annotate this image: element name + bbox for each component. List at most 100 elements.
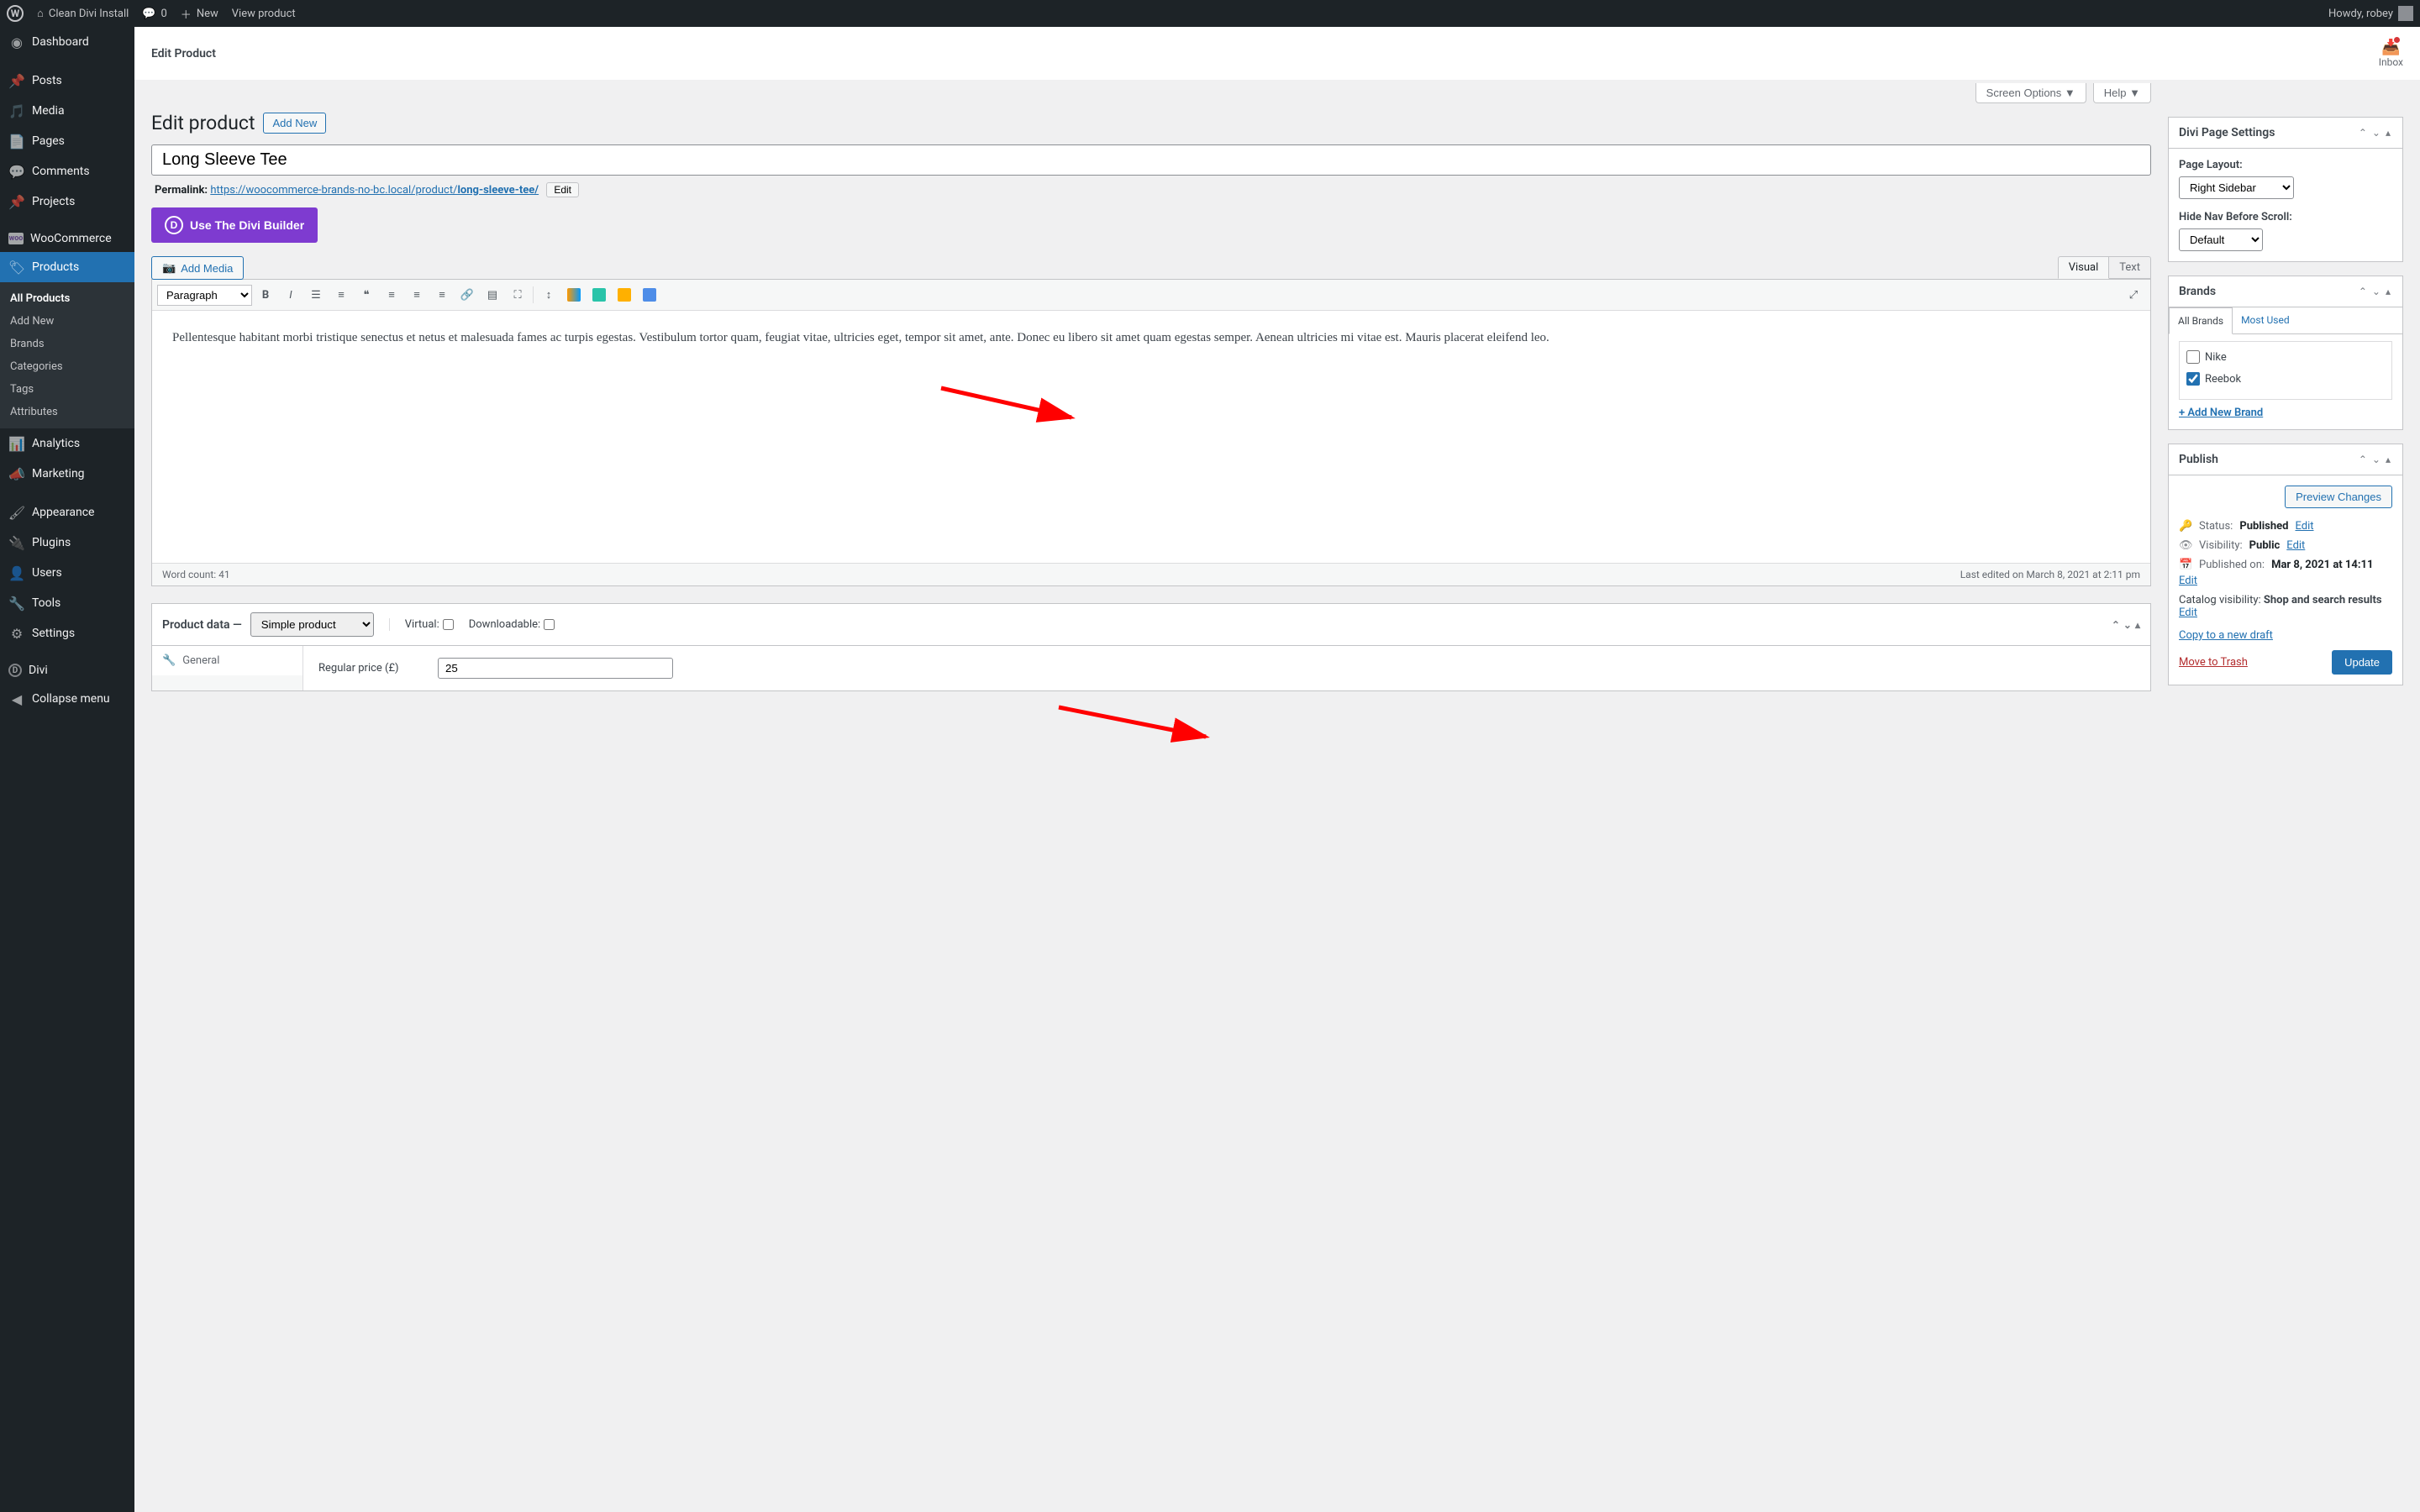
brand-checkbox-nike[interactable]	[2186, 350, 2200, 364]
screen-meta: Screen Options ▼ Help ▼	[151, 83, 2151, 103]
edit-visibility-link[interactable]: Edit	[2286, 539, 2305, 552]
view-product-link[interactable]: View product	[232, 8, 296, 20]
brand-item-reebok[interactable]: Reebok	[2186, 370, 2385, 387]
menu-marketing[interactable]: 📣Marketing	[0, 459, 134, 489]
divi-builder-button[interactable]: D Use The Divi Builder	[151, 207, 318, 243]
inbox-button[interactable]: 📥 Inbox	[2379, 39, 2403, 68]
add-new-button[interactable]: Add New	[263, 113, 326, 134]
menu-appearance[interactable]: 🖌Appearance	[0, 497, 134, 528]
content-area: Edit Product 📥 Inbox Screen Options ▼ He…	[134, 27, 2420, 1512]
collapse-menu[interactable]: ◀Collapse menu	[0, 684, 134, 714]
menu-posts[interactable]: 📌Posts	[0, 66, 134, 96]
update-button[interactable]: Update	[2332, 650, 2392, 675]
menu-analytics[interactable]: 📊Analytics	[0, 428, 134, 459]
new-content-link[interactable]: ＋New	[181, 6, 218, 22]
menu-pages[interactable]: 📄Pages	[0, 126, 134, 156]
editor-content[interactable]: Pellentesque habitant morbi tristique se…	[152, 311, 2150, 563]
fullscreen-button[interactable]: ⛶	[506, 283, 529, 307]
regular-price-input[interactable]	[438, 658, 673, 679]
expand-button[interactable]: ⤢	[2122, 283, 2145, 307]
color-2-button[interactable]	[587, 283, 611, 307]
triangle-up-icon[interactable]: ▴	[2135, 619, 2140, 631]
more-button[interactable]: ▤	[481, 283, 504, 307]
copy-draft-link[interactable]: Copy to a new draft	[2179, 629, 2273, 642]
menu-comments[interactable]: 💬Comments	[0, 156, 134, 186]
preview-changes-button[interactable]: Preview Changes	[2285, 486, 2392, 508]
virtual-checkbox[interactable]	[443, 619, 454, 630]
menu-products[interactable]: 🏷Products	[0, 252, 134, 282]
downloadable-checkbox-label[interactable]: Downloadable:	[469, 618, 555, 631]
brands-tab-most-used[interactable]: Most Used	[2233, 307, 2298, 333]
align-right-button[interactable]: ≡	[430, 283, 454, 307]
edit-status-link[interactable]: Edit	[2295, 520, 2313, 533]
submenu-categories[interactable]: Categories	[0, 355, 134, 378]
comments-link[interactable]: 💬0	[142, 8, 167, 20]
chevron-down-icon[interactable]: ⌄	[2370, 286, 2382, 297]
downloadable-checkbox[interactable]	[544, 619, 555, 630]
product-title-input[interactable]	[151, 144, 2151, 176]
bold-button[interactable]: B	[254, 283, 277, 307]
howdy-user[interactable]: Howdy, robey	[2328, 6, 2413, 21]
chevron-down-icon[interactable]: ⌄	[2123, 619, 2132, 631]
menu-divi[interactable]: DDivi	[0, 657, 134, 684]
chevron-up-icon[interactable]: ⌃	[2357, 127, 2369, 139]
calendar-icon: 📅	[2179, 559, 2192, 571]
submenu-all-products[interactable]: All Products	[0, 287, 134, 310]
triangle-up-icon[interactable]: ▴	[2384, 127, 2392, 139]
add-media-button[interactable]: 📷 Add Media	[151, 256, 244, 280]
chevron-down-icon[interactable]: ⌄	[2370, 127, 2382, 139]
chevron-up-icon[interactable]: ⌃	[2357, 454, 2369, 465]
editor-tab-visual[interactable]: Visual	[2058, 256, 2110, 279]
edit-catalog-link[interactable]: Edit	[2179, 606, 2197, 619]
align-center-button[interactable]: ≡	[405, 283, 429, 307]
menu-projects[interactable]: 📌Projects	[0, 186, 134, 217]
chevron-up-icon[interactable]: ⌃	[2357, 286, 2369, 297]
brands-tab-all[interactable]: All Brands	[2169, 307, 2233, 334]
edit-date-link[interactable]: Edit	[2179, 575, 2197, 587]
page-layout-select[interactable]: Right Sidebar	[2179, 176, 2294, 199]
italic-button[interactable]: I	[279, 283, 302, 307]
woo-icon: woo	[8, 233, 24, 244]
menu-tools[interactable]: 🔧Tools	[0, 588, 134, 618]
menu-media[interactable]: 🎵Media	[0, 96, 134, 126]
quote-button[interactable]: ❝	[355, 283, 378, 307]
wp-logo[interactable]: W	[7, 5, 24, 22]
link-button[interactable]: 🔗	[455, 283, 479, 307]
menu-users[interactable]: 👤Users	[0, 558, 134, 588]
menu-settings[interactable]: ⚙Settings	[0, 618, 134, 648]
product-type-select[interactable]: Simple product	[250, 612, 374, 637]
permalink-link[interactable]: https://woocommerce-brands-no-bc.local/p…	[210, 184, 539, 197]
move-to-trash-link[interactable]: Move to Trash	[2179, 656, 2248, 669]
align-left-button[interactable]: ≡	[380, 283, 403, 307]
color-4-button[interactable]	[638, 283, 661, 307]
screen-options-button[interactable]: Screen Options ▼	[1975, 83, 2086, 103]
virtual-checkbox-label[interactable]: Virtual:	[405, 618, 454, 631]
color-1-button[interactable]	[562, 283, 586, 307]
format-select[interactable]: Paragraph	[157, 285, 252, 306]
color-3-button[interactable]	[613, 283, 636, 307]
numbered-list-button[interactable]: ≡	[329, 283, 353, 307]
menu-woocommerce[interactable]: wooWooCommerce	[0, 225, 134, 252]
page-layout-label: Page Layout:	[2179, 159, 2392, 171]
pd-tab-general[interactable]: 🔧General	[152, 646, 302, 675]
hide-nav-select[interactable]: Default	[2179, 228, 2263, 251]
add-new-brand-link[interactable]: + Add New Brand	[2179, 407, 2263, 419]
triangle-up-icon[interactable]: ▴	[2384, 454, 2392, 465]
site-name-link[interactable]: ⌂Clean Divi Install	[37, 7, 129, 20]
editor-tab-text[interactable]: Text	[2109, 256, 2151, 279]
permalink-edit-button[interactable]: Edit	[546, 182, 579, 197]
triangle-up-icon[interactable]: ▴	[2384, 286, 2392, 297]
submenu-brands[interactable]: Brands	[0, 333, 134, 355]
submenu-add-new[interactable]: Add New	[0, 310, 134, 333]
brand-item-nike[interactable]: Nike	[2186, 349, 2385, 365]
menu-plugins[interactable]: 🔌Plugins	[0, 528, 134, 558]
chevron-down-icon[interactable]: ⌄	[2370, 454, 2382, 465]
submenu-tags[interactable]: Tags	[0, 378, 134, 401]
menu-dashboard[interactable]: ◉Dashboard	[0, 27, 134, 57]
help-button[interactable]: Help ▼	[2093, 83, 2151, 103]
bullet-list-button[interactable]: ☰	[304, 283, 328, 307]
shortcode-button[interactable]: ↕	[537, 283, 560, 307]
submenu-attributes[interactable]: Attributes	[0, 401, 134, 423]
brand-checkbox-reebok[interactable]	[2186, 372, 2200, 386]
chevron-up-icon[interactable]: ⌃	[2112, 619, 2120, 631]
